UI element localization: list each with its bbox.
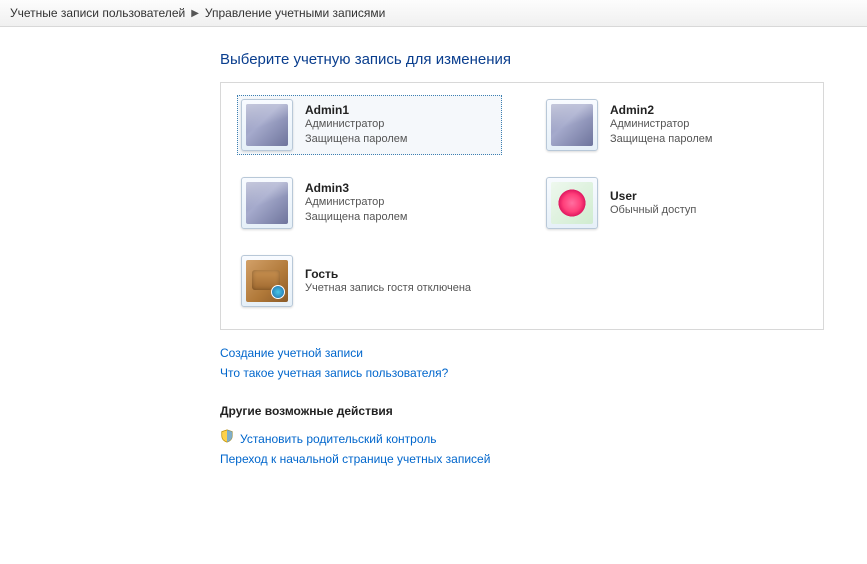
avatar (546, 99, 598, 151)
avatar (546, 177, 598, 229)
account-item[interactable]: ГостьУчетная запись гостя отключена (237, 251, 517, 311)
page-title: Выберите учетную запись для изменения (220, 51, 680, 68)
account-name: Admin3 (305, 181, 407, 195)
breadcrumb-level1[interactable]: Учетные записи пользователей (10, 6, 185, 20)
avatar (241, 177, 293, 229)
breadcrumb-level2[interactable]: Управление учетными записями (205, 6, 385, 20)
avatar (241, 99, 293, 151)
account-role: Учетная запись гостя отключена (305, 281, 471, 296)
account-item[interactable]: UserОбычный доступ (542, 173, 807, 233)
account-name: Гость (305, 267, 471, 281)
what-is-account-link[interactable]: Что такое учетная запись пользователя? (220, 366, 448, 380)
goto-accounts-home-link[interactable]: Переход к начальной странице учетных зап… (220, 452, 490, 466)
account-status: Защищена паролем (610, 132, 712, 147)
shield-icon (220, 429, 234, 443)
parental-controls-link[interactable]: Установить родительский контроль (240, 432, 437, 446)
accounts-panel: Admin1АдминистраторЗащищена паролемAdmin… (220, 82, 824, 330)
account-item[interactable]: Admin3АдминистраторЗащищена паролем (237, 173, 502, 233)
account-role: Администратор (305, 195, 407, 210)
account-role: Администратор (610, 117, 712, 132)
account-name: Admin2 (610, 103, 712, 117)
account-item[interactable]: Admin2АдминистраторЗащищена паролем (542, 95, 807, 155)
account-status: Защищена паролем (305, 210, 407, 225)
account-name: Admin1 (305, 103, 407, 117)
breadcrumb: Учетные записи пользователей ▶ Управлени… (0, 0, 867, 27)
account-role: Обычный доступ (610, 203, 696, 218)
chevron-right-icon: ▶ (191, 8, 199, 19)
create-account-link[interactable]: Создание учетной записи (220, 346, 363, 360)
avatar (241, 255, 293, 307)
account-name: User (610, 189, 696, 203)
other-actions-heading: Другие возможные действия (220, 404, 680, 418)
account-item[interactable]: Admin1АдминистраторЗащищена паролем (237, 95, 502, 155)
account-role: Администратор (305, 117, 407, 132)
account-status: Защищена паролем (305, 132, 407, 147)
